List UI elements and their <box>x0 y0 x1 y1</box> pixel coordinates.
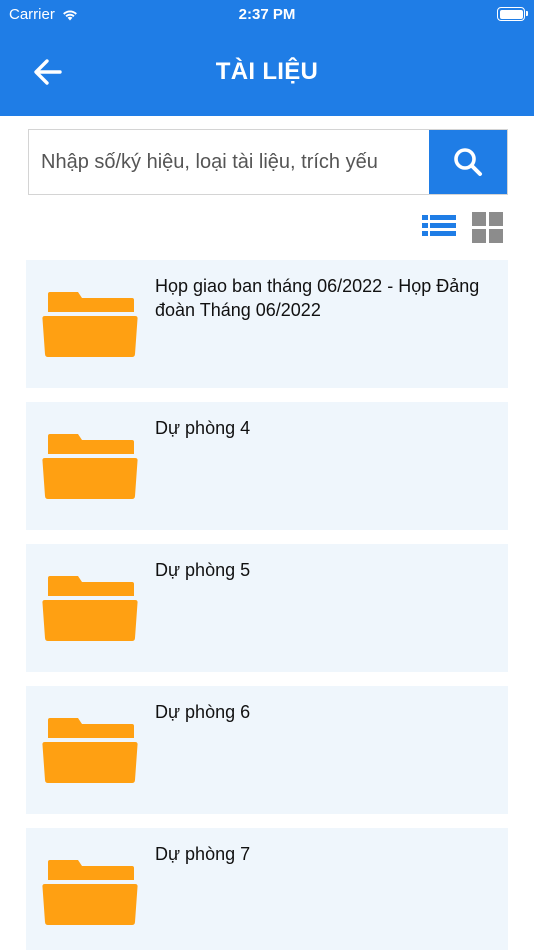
folder-name: Dự phòng 4 <box>155 418 251 438</box>
folder-icon <box>42 576 138 641</box>
search-button[interactable] <box>429 130 507 194</box>
page-title: TÀI LIỆU <box>215 58 319 85</box>
folder-icon <box>42 292 138 357</box>
folder-item[interactable]: Dự phòng 4 <box>26 402 508 530</box>
folder-icon <box>42 718 138 783</box>
folder-name: Họp giao ban tháng 06/2022 - Họp Đảng đo… <box>155 276 480 320</box>
battery-icon <box>497 7 528 21</box>
folder-item[interactable]: Dự phòng 7 <box>26 828 508 950</box>
folder-item[interactable]: Dự phòng 6 <box>26 686 508 814</box>
search-icon <box>454 148 482 176</box>
search-bar <box>28 129 508 195</box>
folder-icon <box>42 860 138 925</box>
list-view-icon <box>422 215 456 236</box>
folder-name: Dự phòng 5 <box>155 560 251 580</box>
status-time: 2:37 PM <box>238 6 296 23</box>
folder-item[interactable]: Dự phòng 5 <box>26 544 508 672</box>
folder-item[interactable]: Họp giao ban tháng 06/2022 - Họp Đảng đo… <box>26 260 508 388</box>
search-input[interactable] <box>29 130 429 194</box>
folder-name: Dự phòng 7 <box>155 844 251 864</box>
status-bar: Carrier 2:37 PM <box>0 0 534 28</box>
grid-view-button[interactable] <box>470 210 506 246</box>
app-header: Carrier 2:37 PM TÀI LIỆU <box>0 0 534 116</box>
list-view-button[interactable] <box>421 210 457 246</box>
folder-name: Dự phòng 6 <box>155 702 251 722</box>
folder-list: Họp giao ban tháng 06/2022 - Họp Đảng đo… <box>26 260 508 950</box>
folder-icon <box>42 434 138 499</box>
grid-view-icon <box>472 212 503 243</box>
